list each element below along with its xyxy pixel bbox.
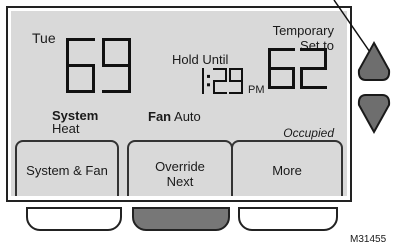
model-code: M31455 [350,234,387,245]
setpoint-display: 62 [268,48,327,89]
current-temperature-display: 69 [66,38,131,93]
hold-ampm-label: PM [248,84,265,96]
temporary-label-line1: Temporary [272,23,334,38]
softkey-system-fan[interactable]: System & Fan [15,140,119,196]
hold-until-label: Hold Until [172,52,229,67]
fan-mode-value: Auto [174,109,201,124]
softkey-row: System & Fan Override Next More [15,140,347,198]
day-label: Tue [32,30,56,46]
softkey-override-next[interactable]: Override Next [127,140,233,196]
up-arrow-icon[interactable] [356,40,392,84]
override-next-button[interactable] [132,207,230,231]
system-fan-button[interactable] [26,207,122,231]
colon-dot [207,74,210,78]
hold-time-display: 1:29 [190,67,243,94]
system-mode-value: Heat [52,121,80,136]
softkey-system-fan-label: System & Fan [26,162,108,178]
down-arrow-icon[interactable] [356,92,392,136]
occupancy-status: Occupied [283,126,334,140]
digits-value: 1:29 [190,67,192,69]
softkey-next-label: Next [166,174,194,189]
fan-heading: Fan [148,109,172,124]
softkey-more[interactable]: More [231,140,343,196]
colon-dot [207,83,210,87]
thermostat-stage: Tue Temporary Set to Hold Until PM 69 1:… [0,0,394,248]
softkey-more-label: More [272,162,302,178]
softkey-override-label: Override [155,159,205,174]
fan-status: Fan Auto [148,109,201,124]
more-button[interactable] [238,207,338,231]
